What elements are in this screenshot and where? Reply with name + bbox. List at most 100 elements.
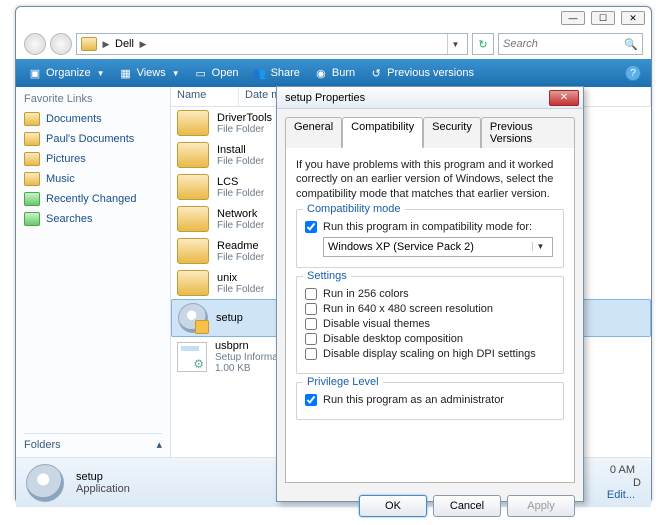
- details-name: setup: [76, 471, 130, 483]
- nav-link[interactable]: Documents: [24, 109, 162, 129]
- nav-pane: Favorite Links Documents Paul's Documents…: [16, 87, 171, 457]
- close-button[interactable]: ✕: [621, 11, 645, 25]
- dialog-close-button[interactable]: ✕: [549, 90, 579, 106]
- file-name: DriverTools: [217, 112, 272, 124]
- settings-checkbox[interactable]: Disable visual themes: [305, 318, 555, 330]
- maximize-button[interactable]: ☐: [591, 11, 615, 25]
- folder-icon: [24, 172, 40, 186]
- views-icon: ▦: [119, 66, 133, 80]
- settings-input[interactable]: [305, 348, 317, 360]
- previous-versions-button[interactable]: ↺Previous versions: [363, 64, 480, 82]
- nav-link[interactable]: Music: [24, 169, 162, 189]
- dialog-titlebar[interactable]: setup Properties ✕: [277, 87, 583, 109]
- cancel-button[interactable]: Cancel: [433, 495, 501, 517]
- organize-menu[interactable]: ▣Organize▼: [22, 64, 111, 82]
- folder-icon: [24, 192, 40, 206]
- file-sub: File Folder: [217, 220, 264, 231]
- address-row: ▶ Dell ▶ ▼ ↻ 🔍: [16, 29, 651, 59]
- nav-link[interactable]: Searches: [24, 209, 162, 229]
- dialog-buttons: OK Cancel Apply: [277, 491, 583, 525]
- settings-checkbox[interactable]: Disable display scaling on high DPI sett…: [305, 348, 555, 360]
- tab-general[interactable]: General: [285, 117, 342, 148]
- file-name: unix: [217, 272, 264, 284]
- search-icon: 🔍: [624, 38, 638, 51]
- settings-input[interactable]: [305, 288, 317, 300]
- share-button[interactable]: 👥Share: [247, 64, 306, 82]
- settings-label: Disable display scaling on high DPI sett…: [323, 348, 536, 360]
- file-sub: File Folder: [217, 252, 264, 263]
- folder-icon: [177, 174, 209, 200]
- compat-mode-checkbox[interactable]: Run this program in compatibility mode f…: [305, 221, 555, 233]
- dialog-title: setup Properties: [285, 92, 545, 104]
- compat-intro: If you have problems with this program a…: [296, 158, 564, 201]
- search-input[interactable]: [503, 38, 624, 50]
- folder-icon: [81, 37, 97, 51]
- details-time: 0 AM: [610, 464, 635, 476]
- settings-checkbox[interactable]: Run in 640 x 480 screen resolution: [305, 303, 555, 315]
- settings-input[interactable]: [305, 333, 317, 345]
- group-legend: Compatibility mode: [303, 203, 405, 215]
- tab-panel: If you have problems with this program a…: [285, 147, 575, 483]
- col-name[interactable]: Name: [171, 87, 239, 106]
- chevron-up-icon: ▴: [156, 438, 162, 451]
- burn-button[interactable]: ◉Burn: [308, 64, 361, 82]
- address-dropdown[interactable]: ▼: [447, 34, 463, 54]
- file-sub: File Folder: [217, 188, 264, 199]
- nav-link-label: Searches: [46, 213, 92, 225]
- tab-previous-versions[interactable]: Previous Versions: [481, 117, 575, 148]
- settings-checkbox[interactable]: Disable desktop composition: [305, 333, 555, 345]
- nav-link-label: Documents: [46, 113, 102, 125]
- forward-button[interactable]: [50, 33, 72, 55]
- refresh-button[interactable]: ↻: [472, 33, 494, 55]
- breadcrumb-sep: ▶: [138, 39, 148, 50]
- folders-header[interactable]: Folders▴: [24, 433, 162, 451]
- chevron-down-icon: ▼: [532, 242, 548, 251]
- compat-mode-select[interactable]: Windows XP (Service Pack 2) ▼: [323, 237, 553, 257]
- nav-link-label: Recently Changed: [46, 193, 137, 205]
- search-box[interactable]: 🔍: [498, 33, 643, 55]
- favorite-links-header: Favorite Links: [24, 93, 162, 105]
- tab-security[interactable]: Security: [423, 117, 481, 148]
- tab-compatibility[interactable]: Compatibility: [342, 117, 423, 148]
- breadcrumb-sep: ▶: [101, 39, 111, 50]
- nav-link[interactable]: Pictures: [24, 149, 162, 169]
- help-button[interactable]: ?: [625, 65, 641, 81]
- command-bar: ▣Organize▼ ▦Views▼ ▭Open 👥Share ◉Burn ↺P…: [16, 59, 651, 87]
- minimize-button[interactable]: —: [561, 11, 585, 25]
- compat-mode-input[interactable]: [305, 221, 317, 233]
- views-menu[interactable]: ▦Views▼: [113, 64, 186, 82]
- open-button[interactable]: ▭Open: [188, 64, 245, 82]
- file-name: Network: [217, 208, 264, 220]
- file-name: setup: [216, 312, 243, 324]
- organize-icon: ▣: [28, 66, 42, 80]
- settings-checkbox[interactable]: Run in 256 colors: [305, 288, 555, 300]
- cd-icon: [26, 464, 64, 502]
- details-date-label: D: [633, 477, 641, 489]
- file-sub: File Folder: [217, 156, 264, 167]
- edit-link[interactable]: Edit...: [607, 489, 635, 501]
- file-name: Readme: [217, 240, 264, 252]
- nav-link[interactable]: Recently Changed: [24, 189, 162, 209]
- admin-checkbox[interactable]: Run this program as an administrator: [305, 394, 555, 406]
- compat-mode-group: Compatibility mode Run this program in c…: [296, 209, 564, 268]
- privilege-group: Privilege Level Run this program as an a…: [296, 382, 564, 420]
- back-button[interactable]: [24, 33, 46, 55]
- inf-icon: [177, 342, 207, 372]
- address-bar[interactable]: ▶ Dell ▶ ▼: [76, 33, 468, 55]
- folder-icon: [177, 142, 209, 168]
- folder-icon: [24, 132, 40, 146]
- folder-icon: [24, 112, 40, 126]
- ok-button[interactable]: OK: [359, 495, 427, 517]
- nav-link[interactable]: Paul's Documents: [24, 129, 162, 149]
- apply-button[interactable]: Apply: [507, 495, 575, 517]
- folder-icon: [177, 238, 209, 264]
- settings-label: Disable visual themes: [323, 318, 430, 330]
- admin-input[interactable]: [305, 394, 317, 406]
- folder-icon: [177, 110, 209, 136]
- settings-input[interactable]: [305, 318, 317, 330]
- group-legend: Privilege Level: [303, 376, 383, 388]
- settings-input[interactable]: [305, 303, 317, 315]
- folder-icon: [177, 270, 209, 296]
- open-icon: ▭: [194, 66, 208, 80]
- breadcrumb-item[interactable]: Dell: [115, 38, 134, 50]
